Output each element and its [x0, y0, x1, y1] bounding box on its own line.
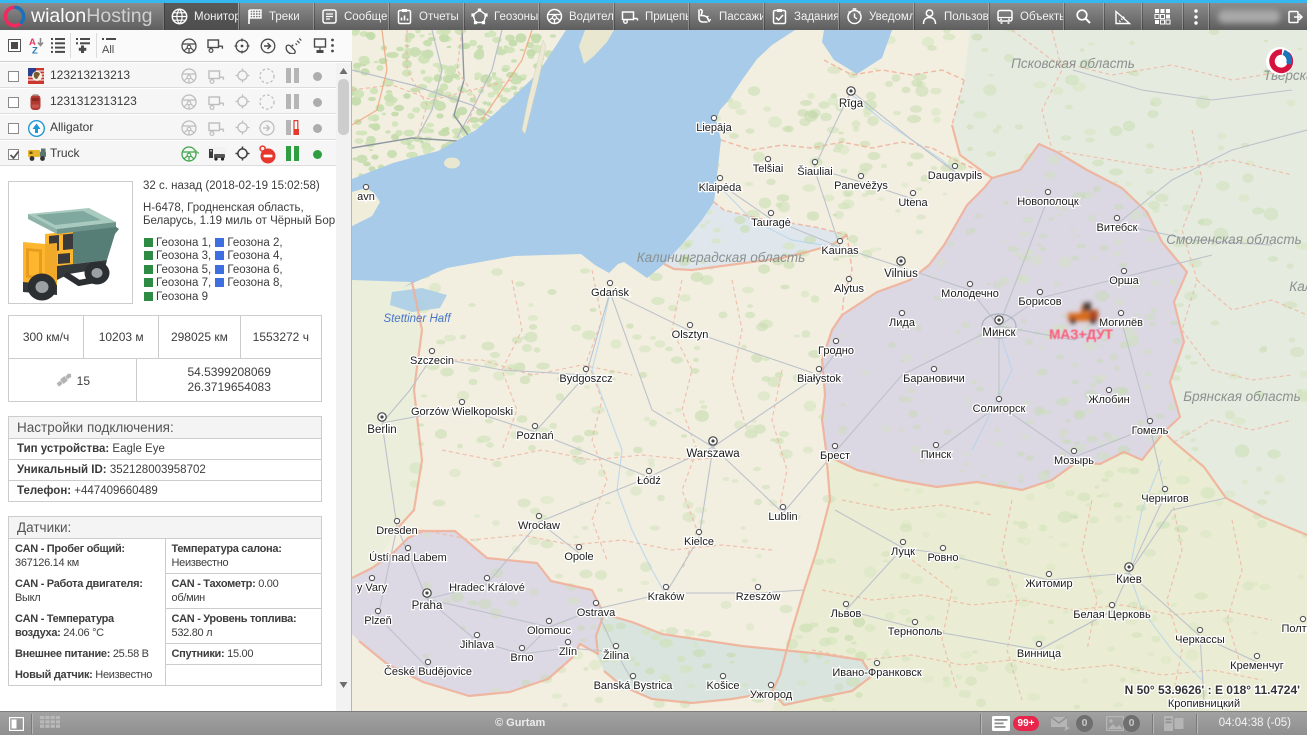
svg-text:Ústí nad Labem: Ústí nad Labem — [369, 551, 447, 564]
svg-text:Liepāja: Liepāja — [696, 122, 732, 134]
svg-text:Berlin: Berlin — [367, 424, 396, 436]
svg-text:Kielce: Kielce — [684, 536, 714, 548]
svg-text:Telšiai: Telšiai — [753, 163, 784, 175]
svg-text:Брест: Брест — [820, 450, 850, 462]
svg-text:Ивано-Франковск: Ивано-Франковск — [832, 667, 922, 679]
svg-text:Молодечно: Молодечно — [941, 288, 999, 300]
svg-text:Daugavpils: Daugavpils — [928, 170, 983, 182]
svg-text:Rzeszów: Rzeszów — [736, 591, 781, 603]
svg-text:Гродно: Гродно — [818, 345, 854, 357]
svg-text:Калу: Калу — [1289, 279, 1307, 294]
svg-text:Белая Церковь: Белая Церковь — [1073, 609, 1151, 621]
svg-text:Брянская область: Брянская область — [1183, 389, 1300, 404]
svg-text:Ровно: Ровно — [927, 552, 958, 564]
svg-text:Gdańsk: Gdańsk — [591, 287, 629, 299]
svg-text:Луцк: Луцк — [891, 546, 915, 558]
svg-text:Чернигов: Чернигов — [1141, 493, 1189, 505]
svg-text:Винница: Винница — [1017, 648, 1062, 660]
svg-text:Kraków: Kraków — [648, 591, 685, 603]
svg-text:Lublin: Lublin — [768, 511, 797, 523]
svg-text:Жлобин: Жлобин — [1088, 394, 1129, 406]
svg-text:Минск: Минск — [982, 327, 1016, 339]
svg-text:Košice: Košice — [706, 680, 739, 692]
svg-text:Черкассы: Черкассы — [1175, 634, 1225, 646]
svg-text:Орша: Орша — [1109, 275, 1139, 287]
svg-text:Warszawa: Warszawa — [686, 448, 740, 460]
svg-text:Brno: Brno — [510, 652, 533, 664]
svg-text:Białystok: Białystok — [797, 373, 842, 385]
svg-text:Кропивницкий: Кропивницкий — [1168, 698, 1240, 710]
svg-text:avn: avn — [357, 191, 375, 203]
svg-text:Olsztyn: Olsztyn — [672, 329, 709, 341]
svg-text:Кременчуг: Кременчуг — [1230, 660, 1284, 672]
svg-text:y Vary: y Vary — [357, 582, 388, 594]
svg-text:Полтава: Полтава — [1281, 623, 1307, 635]
svg-text:МАЗ+ДУТ: МАЗ+ДУТ — [1049, 327, 1114, 342]
svg-text:Kaunas: Kaunas — [821, 245, 859, 257]
svg-text:N 50° 53.9626' : E 018° 11.472: N 50° 53.9626' : E 018° 11.4724' — [1125, 683, 1301, 697]
svg-text:Житомир: Житомир — [1025, 578, 1072, 590]
svg-text:Praha: Praha — [412, 600, 443, 612]
svg-text:Гомель: Гомель — [1132, 425, 1169, 437]
svg-text:Jihlava: Jihlava — [460, 639, 495, 651]
svg-text:Opole: Opole — [564, 551, 593, 563]
svg-text:Псковская область: Псковская область — [1011, 56, 1135, 71]
svg-text:Витебск: Витебск — [1097, 222, 1138, 234]
svg-text:Солигорск: Солигорск — [973, 403, 1026, 415]
svg-text:Žilina: Žilina — [603, 649, 630, 662]
svg-text:Dresden: Dresden — [376, 525, 418, 537]
svg-text:Ужгород: Ужгород — [750, 689, 793, 701]
svg-text:Banská Bystrica: Banská Bystrica — [594, 680, 674, 692]
svg-text:Мозырь: Мозырь — [1054, 455, 1094, 467]
svg-text:Новополоцк: Новополоцк — [1017, 196, 1079, 208]
svg-text:Gorzów Wielkopolski: Gorzów Wielkopolski — [411, 406, 513, 418]
svg-text:Hradec Králové: Hradec Králové — [449, 582, 525, 594]
svg-text:Пинск: Пинск — [921, 449, 952, 461]
svg-text:Vilnius: Vilnius — [884, 268, 918, 280]
svg-text:Szczecin: Szczecin — [410, 355, 454, 367]
svg-text:Wrocław: Wrocław — [518, 520, 560, 532]
svg-text:Борисов: Борисов — [1018, 296, 1061, 308]
svg-text:All: All — [102, 44, 114, 54]
svg-text:Stettiner Haff: Stettiner Haff — [383, 313, 452, 325]
svg-text:Alytus: Alytus — [834, 283, 864, 295]
svg-text:Panevėžys: Panevėžys — [834, 180, 888, 192]
svg-text:Rīga: Rīga — [839, 98, 864, 110]
svg-text:Bydgoszcz: Bydgoszcz — [559, 373, 612, 385]
svg-text:Ostrava: Ostrava — [577, 607, 616, 619]
svg-text:Киев: Киев — [1116, 574, 1142, 586]
svg-text:Тернополь: Тернополь — [888, 626, 943, 638]
svg-text:Zlín: Zlín — [559, 646, 577, 658]
svg-text:Łódź: Łódź — [637, 475, 661, 487]
svg-text:Лида: Лида — [889, 317, 916, 329]
svg-text:Poznań: Poznań — [516, 430, 553, 442]
svg-text:Utena: Utena — [898, 197, 928, 209]
svg-text:Klaipėda: Klaipėda — [699, 182, 743, 194]
svg-text:Барановичи: Барановичи — [903, 373, 965, 385]
svg-text:Z: Z — [32, 46, 38, 55]
svg-text:Tauragė: Tauragė — [751, 217, 791, 229]
svg-text:Olomouc: Olomouc — [527, 625, 572, 637]
svg-text:Львов: Львов — [831, 608, 862, 620]
svg-text:Калининградская область: Калининградская область — [637, 250, 806, 265]
svg-text:Смоленская область: Смоленская область — [1166, 232, 1301, 247]
svg-text:Plzeň: Plzeň — [364, 615, 392, 627]
svg-text:Šiauliai: Šiauliai — [797, 165, 832, 178]
svg-text:České Budějovice: České Budějovice — [384, 665, 472, 678]
